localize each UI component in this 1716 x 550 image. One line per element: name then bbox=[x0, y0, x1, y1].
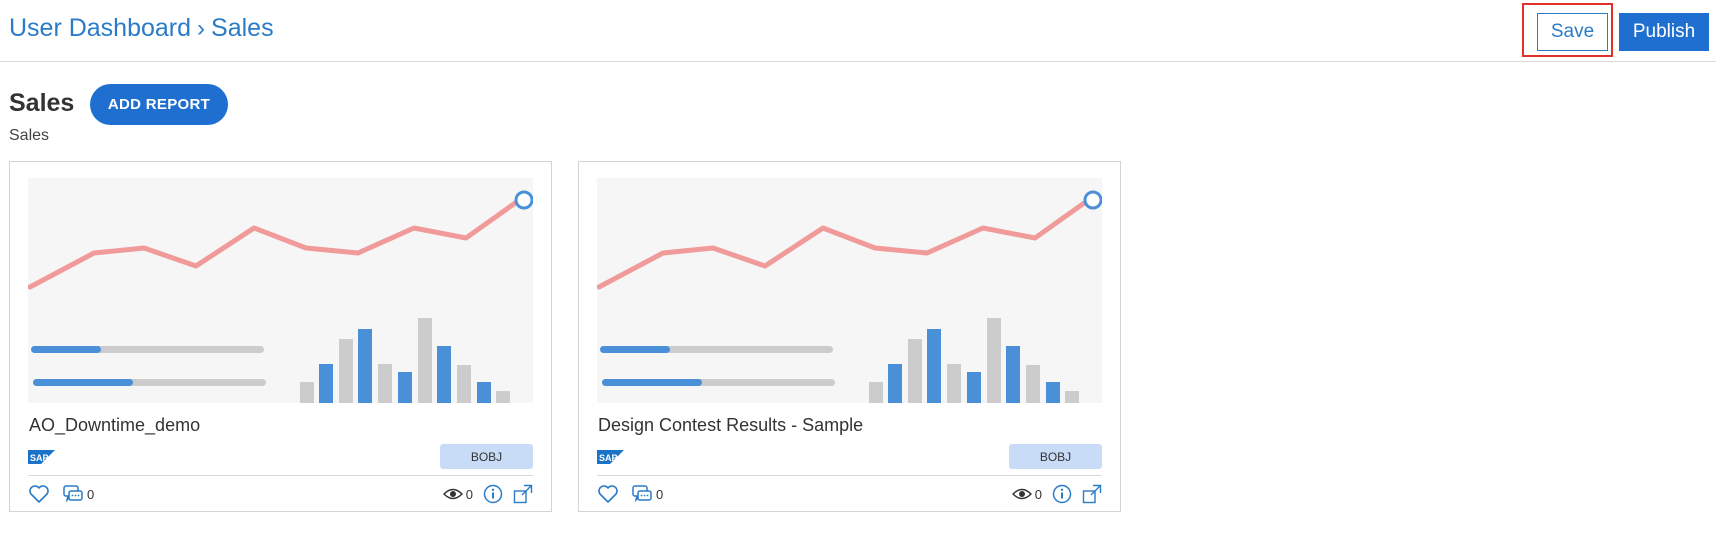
svg-text:SAP: SAP bbox=[599, 453, 618, 463]
save-button[interactable]: Save bbox=[1537, 13, 1608, 51]
heart-icon[interactable] bbox=[28, 484, 50, 504]
card-footer-left: 0 bbox=[28, 484, 94, 504]
info-icon[interactable] bbox=[1052, 484, 1072, 504]
breadcrumb: User Dashboard › Sales bbox=[9, 14, 274, 43]
report-thumbnail[interactable] bbox=[28, 178, 533, 403]
add-report-button[interactable]: ADD REPORT bbox=[90, 84, 228, 125]
comment-count: 0 bbox=[87, 486, 95, 502]
comment-icon[interactable] bbox=[62, 484, 84, 504]
card-footer-right: 0 bbox=[442, 484, 533, 504]
report-card[interactable]: Design Contest Results - Sample SAP BOBJ… bbox=[578, 161, 1121, 512]
breadcrumb-parent-link[interactable]: User Dashboard bbox=[9, 14, 191, 43]
thumbnail-graphic bbox=[28, 178, 533, 403]
report-title[interactable]: Design Contest Results - Sample bbox=[598, 415, 863, 436]
comment-icon[interactable] bbox=[631, 484, 653, 504]
expand-icon[interactable] bbox=[1082, 484, 1102, 504]
card-footer-left: 0 bbox=[597, 484, 663, 504]
section-title: Sales bbox=[9, 89, 75, 117]
info-icon[interactable] bbox=[483, 484, 503, 504]
card-divider bbox=[28, 475, 533, 476]
heart-icon[interactable] bbox=[597, 484, 619, 504]
source-badge: BOBJ bbox=[440, 444, 533, 469]
source-badge: BOBJ bbox=[1009, 444, 1102, 469]
sap-logo: SAP bbox=[597, 450, 624, 464]
report-title[interactable]: AO_Downtime_demo bbox=[29, 415, 200, 436]
section-subtitle: Sales bbox=[9, 127, 50, 144]
card-divider bbox=[597, 475, 1102, 476]
publish-button[interactable]: Publish bbox=[1619, 13, 1709, 51]
card-footer-right: 0 bbox=[1011, 484, 1102, 504]
comment-count: 0 bbox=[656, 486, 664, 502]
breadcrumb-current: Sales bbox=[211, 14, 274, 42]
top-bar: User Dashboard › Sales Save Publish bbox=[0, 0, 1716, 62]
report-thumbnail[interactable] bbox=[597, 178, 1102, 403]
eye-icon bbox=[1011, 487, 1032, 501]
sap-logo: SAP bbox=[28, 450, 55, 464]
svg-text:SAP: SAP bbox=[30, 453, 49, 463]
view-count: 0 bbox=[1034, 486, 1042, 502]
eye-icon bbox=[442, 487, 463, 501]
breadcrumb-separator: › bbox=[197, 14, 206, 42]
report-card[interactable]: AO_Downtime_demo SAP BOBJ 0 0 bbox=[9, 161, 552, 512]
view-count: 0 bbox=[465, 486, 473, 502]
expand-icon[interactable] bbox=[513, 484, 533, 504]
thumbnail-graphic bbox=[597, 178, 1102, 403]
